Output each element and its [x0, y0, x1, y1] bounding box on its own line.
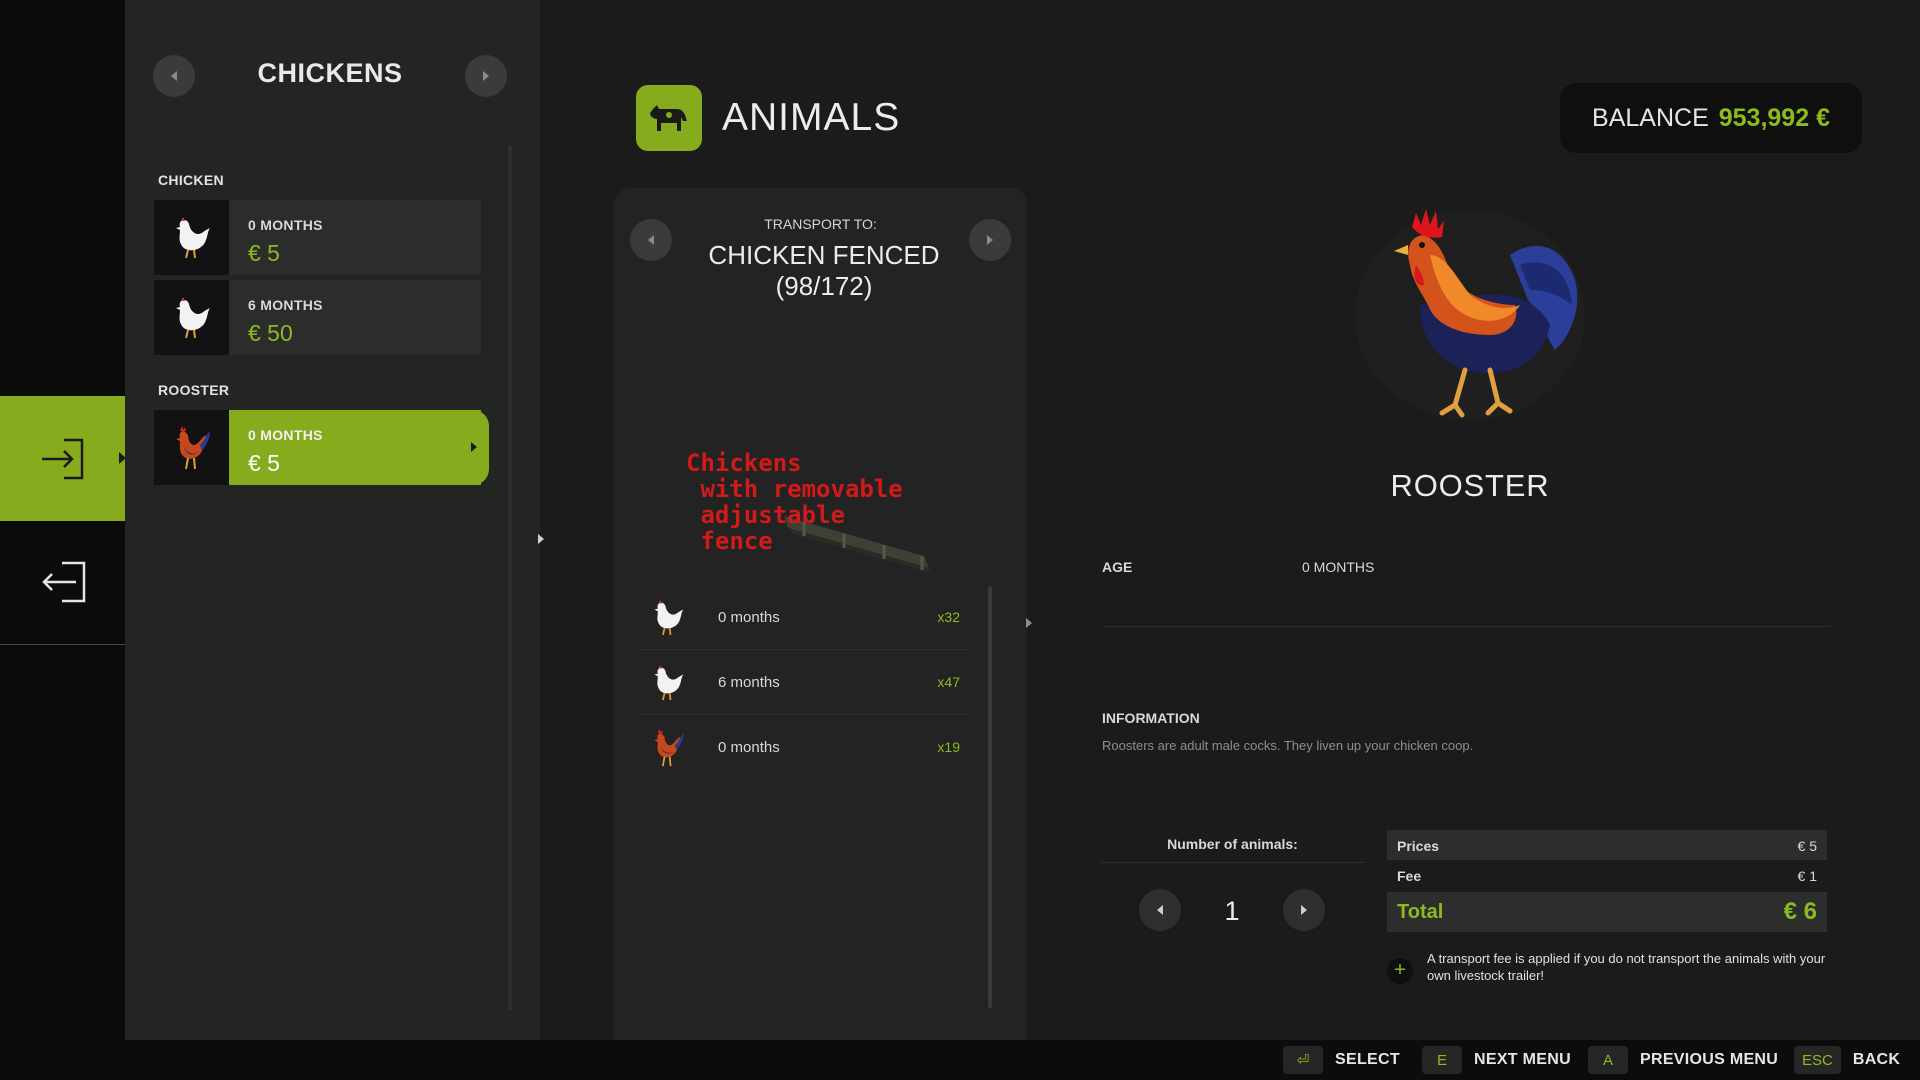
enter-icon [41, 438, 83, 479]
key-e: E [1422, 1046, 1462, 1074]
balance-display: BALANCE 953,992 € [1560, 83, 1862, 153]
decrease-quantity-button[interactable] [1139, 889, 1181, 931]
information-heading: INFORMATION [1102, 710, 1200, 726]
herd-row: 0 months x32 [638, 586, 968, 650]
chevron-right-icon [1301, 905, 1307, 915]
hint-back[interactable]: ESC BACK [1794, 1046, 1900, 1074]
rooster-icon [648, 726, 688, 770]
side-tab-strip [0, 0, 126, 1040]
hen-icon [648, 661, 688, 705]
quantity-value[interactable]: 1 [1207, 896, 1257, 927]
age-row: AGE 0 MONTHS [1102, 555, 1830, 627]
category-title: CHICKENS [257, 58, 403, 88]
balance-label: BALANCE [1592, 103, 1709, 132]
chevron-left-icon [648, 235, 654, 245]
herd-row: 0 months x19 [638, 716, 968, 780]
herd-count: x19 [937, 739, 960, 755]
chevron-right-icon [987, 235, 993, 245]
hint-next-menu[interactable]: E NEXT MENU [1422, 1046, 1571, 1074]
key-esc: ESC [1794, 1046, 1841, 1074]
exit-icon [41, 561, 85, 603]
buy-tab[interactable] [0, 396, 126, 521]
item-price: € 50 [248, 320, 293, 346]
herd-age: 6 months [718, 674, 780, 691]
herd-scrollbar[interactable] [988, 586, 992, 1008]
hen-icon [648, 596, 688, 640]
hint-select[interactable]: ⏎ SELECT [1283, 1046, 1400, 1074]
increase-quantity-button[interactable] [1283, 889, 1325, 931]
plus-icon: + [1387, 958, 1413, 984]
prices-row: Prices € 5 [1387, 830, 1827, 860]
chevron-left-icon [1157, 905, 1163, 915]
enter-key-icon: ⏎ [1283, 1046, 1323, 1074]
collapse-panel-icon[interactable] [538, 534, 544, 544]
price-summary: Prices € 5 Fee € 1 Total € 6 [1387, 830, 1827, 932]
rooster-image [1355, 209, 1585, 420]
animal-name: ROOSTER [1390, 468, 1550, 503]
herd-count: x47 [937, 674, 960, 690]
hint-previous-menu[interactable]: A PREVIOUS MENU [1588, 1046, 1778, 1074]
information-text: Roosters are adult male cocks. They live… [1102, 738, 1474, 753]
group-label-rooster: ROOSTER [158, 382, 230, 398]
item-price: € 5 [248, 450, 280, 476]
animal-item-chicken-1[interactable]: 6 MONTHS € 50 [154, 280, 481, 355]
controls-bar: ⏎ SELECT E NEXT MENU A PREVIOUS MENU ESC… [0, 1040, 1920, 1080]
hen-icon [154, 200, 229, 275]
cow-icon [650, 105, 687, 131]
category-panel [125, 0, 540, 1040]
item-age: 0 MONTHS [248, 217, 323, 233]
herd-count: x32 [937, 609, 960, 625]
age-value: 0 MONTHS [1302, 559, 1375, 575]
chevron-right-icon [483, 71, 489, 81]
quantity-label: Number of animals: [1167, 836, 1298, 852]
balance-value: 953,992 € [1718, 103, 1830, 132]
animals-menu-icon [636, 85, 702, 151]
herd-age: 0 months [718, 609, 780, 626]
transport-label: TRANSPORT TO: [764, 216, 877, 232]
annotation-text: Chickens with removable adjustable fence [686, 449, 903, 555]
fee-row: Fee € 1 [1397, 868, 1817, 884]
transport-panel: TRANSPORT TO: CHICKEN FENCED (98/172) Ch… [614, 188, 1027, 1040]
herd-age: 0 months [718, 739, 780, 756]
item-price: € 5 [248, 240, 280, 266]
sell-tab[interactable] [0, 520, 125, 645]
fee-note-text: A transport fee is applied if you do not… [1427, 951, 1826, 983]
page-title: ANIMALS [722, 96, 901, 139]
category-scrollbar[interactable] [508, 145, 512, 1010]
group-label-chicken: CHICKEN [158, 172, 224, 188]
herd-row: 6 months x47 [638, 651, 968, 715]
animal-item-rooster-0[interactable]: 0 MONTHS € 5 [154, 410, 489, 485]
rooster-icon [154, 410, 229, 485]
age-label: AGE [1102, 559, 1133, 575]
expand-panel-icon[interactable] [1026, 618, 1032, 628]
animal-shop-screen: CHICKENS CHICKEN 0 MONTHS € 5 6 MONTHS €… [0, 0, 1920, 1080]
total-row: Total € 6 [1387, 892, 1827, 932]
item-age: 6 MONTHS [248, 297, 323, 313]
item-age: 0 MONTHS [248, 427, 323, 443]
next-category-button[interactable] [465, 55, 507, 97]
key-a: A [1588, 1046, 1628, 1074]
hen-icon [154, 280, 229, 355]
transport-destination: CHICKEN FENCED (98/172) [708, 240, 940, 301]
animal-item-chicken-0[interactable]: 0 MONTHS € 5 [154, 200, 481, 275]
